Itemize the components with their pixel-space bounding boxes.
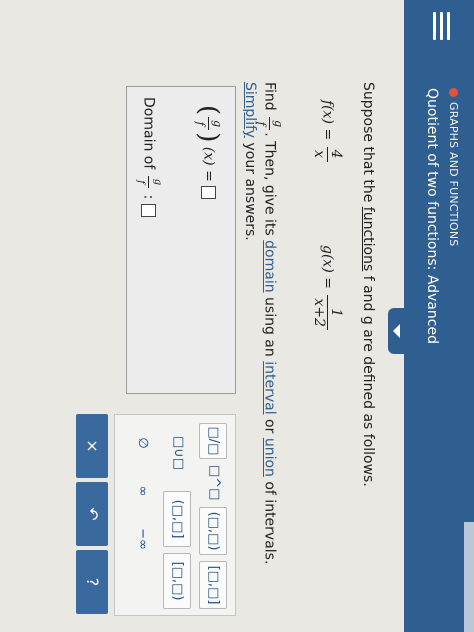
f-fraction: 4x xyxy=(311,146,344,162)
intro-text: Suppose that the xyxy=(360,82,376,207)
find-text-5: of intervals. xyxy=(261,476,278,565)
help-button[interactable]: ? xyxy=(76,550,108,614)
domain-fraction: gf xyxy=(132,175,165,189)
closed-interval-key[interactable]: [□,□] xyxy=(199,561,227,609)
g-lhs: g(x) = xyxy=(319,245,336,289)
simplify-text: your answers. xyxy=(242,138,258,241)
open-interval-key[interactable]: (□,□) xyxy=(199,507,227,555)
union-key[interactable]: □∪□ xyxy=(165,423,191,483)
find-text-2: . Then, give its xyxy=(261,132,278,241)
domain-answer-input[interactable] xyxy=(141,203,156,217)
clear-button[interactable]: × xyxy=(76,414,108,478)
breadcrumb-text: GRAPHS AND FUNCTIONS xyxy=(447,102,460,247)
simplify-instruction: Simplify your answers. xyxy=(242,82,258,241)
question-intro: Suppose that the functions f and g are d… xyxy=(360,82,376,487)
close-paren: ) xyxy=(193,132,224,143)
simplify-link[interactable]: Simplify xyxy=(242,82,258,138)
collapse-toggle-button[interactable] xyxy=(388,308,404,354)
open-paren: ( xyxy=(193,105,224,116)
f-numerator: 4 xyxy=(327,146,344,162)
topic-dot-icon xyxy=(449,88,458,97)
answer-area: (g f) (x) = Domain of gf : xyxy=(126,86,236,394)
ans-frac-den: f xyxy=(194,121,207,126)
g-numerator: 1 xyxy=(327,295,344,330)
quotient-lhs: (x) = xyxy=(200,146,217,182)
question-screen: GRAPHS AND FUNCTIONS Quotient of two fun… xyxy=(0,0,474,632)
infinity-key[interactable]: ∞ xyxy=(129,471,155,511)
keypad-actions: × ↶ ? xyxy=(74,414,108,614)
domain-colon: : xyxy=(140,194,157,200)
domain-frac-den: f xyxy=(135,180,146,184)
fraction-key[interactable]: □/□ xyxy=(199,423,227,459)
find-text: Find xyxy=(261,82,278,111)
g-definition: g(x) = 1 x+2 xyxy=(311,245,344,332)
domain-answer-row: Domain of gf : xyxy=(132,97,165,217)
breadcrumb: GRAPHS AND FUNCTIONS xyxy=(447,88,460,246)
interval-link[interactable]: interval xyxy=(262,361,278,414)
page-title: Quotient of two functions: Advanced xyxy=(424,88,440,344)
top-bar: GRAPHS AND FUNCTIONS Quotient of two fun… xyxy=(404,0,474,632)
g-fraction: 1 x+2 xyxy=(311,295,344,330)
g-denominator: x+2 xyxy=(311,298,327,327)
f-lhs: f(x) = xyxy=(319,100,336,141)
negative-infinity-key[interactable]: −∞ xyxy=(129,519,155,559)
top-bar-strip xyxy=(464,522,474,632)
f-denominator: x xyxy=(311,150,327,159)
math-keypad: □/□ □^□ (□,□) [□,□] □∪□ (□,□] [□,□) ∅ ∞ … xyxy=(114,414,236,616)
find-text-4: or xyxy=(261,414,278,438)
g-over-f: gf xyxy=(192,117,225,131)
empty-set-key[interactable]: ∅ xyxy=(129,423,155,463)
union-link[interactable]: union xyxy=(262,438,278,477)
ans-frac-num: g xyxy=(208,117,225,131)
quotient-answer-row: (g f) (x) = xyxy=(192,105,225,200)
half-open-right-key[interactable]: (□,□] xyxy=(163,491,191,547)
domain-link[interactable]: domain xyxy=(262,240,278,292)
undo-button[interactable]: ↶ xyxy=(76,482,108,546)
domain-label: Domain of xyxy=(140,97,157,170)
functions-link[interactable]: functions xyxy=(360,207,376,271)
intro-text-2: f and g are defined as follows. xyxy=(360,271,376,487)
half-open-left-key[interactable]: [□,□) xyxy=(163,553,191,609)
frac-num: g xyxy=(269,117,286,131)
f-definition: f(x) = 4x xyxy=(311,100,344,164)
menu-icon[interactable] xyxy=(430,12,454,40)
find-text-3: using an xyxy=(261,292,278,362)
domain-frac-num: g xyxy=(148,175,165,189)
quotient-answer-input[interactable] xyxy=(201,186,216,200)
exponent-key[interactable]: □^□ xyxy=(201,465,227,500)
